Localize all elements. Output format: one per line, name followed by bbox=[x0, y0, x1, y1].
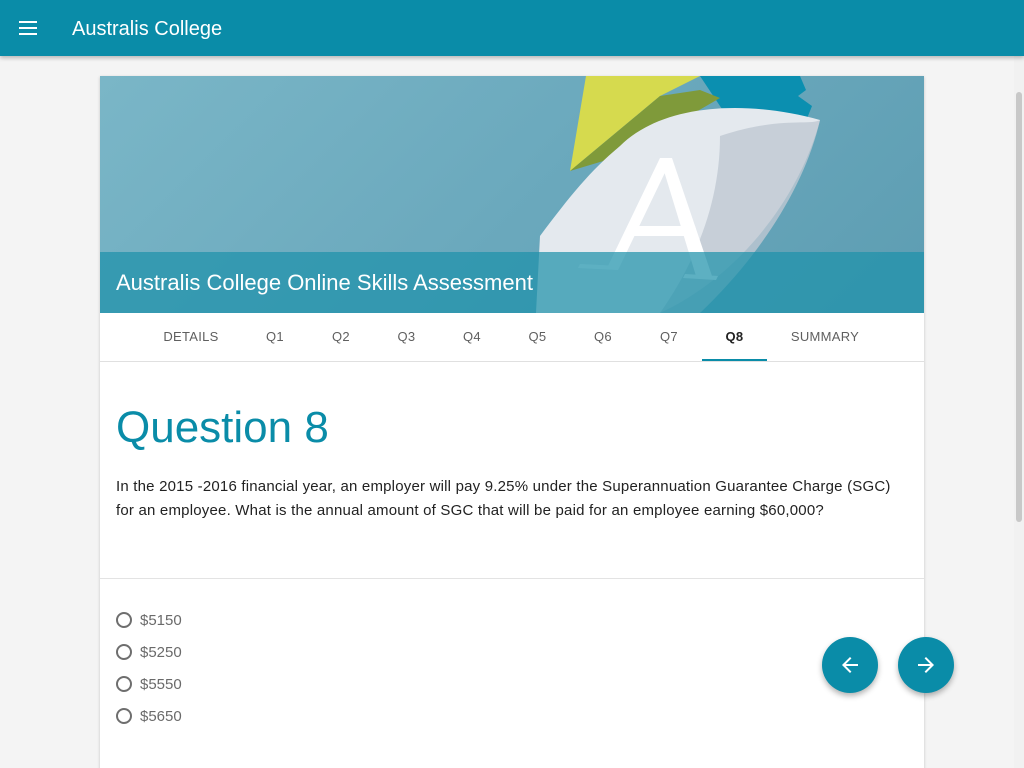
tab-summary[interactable]: SUMMARY bbox=[775, 313, 875, 361]
assessment-card: Australis College Online Skills Assessme… bbox=[100, 76, 924, 768]
tab-q1[interactable]: Q1 bbox=[242, 313, 308, 361]
option-label: $5250 bbox=[140, 643, 182, 661]
tab-q7[interactable]: Q7 bbox=[636, 313, 702, 361]
scrollbar-thumb[interactable] bbox=[1016, 92, 1022, 522]
answer-option[interactable]: $5250 bbox=[116, 636, 182, 668]
tab-q6[interactable]: Q6 bbox=[570, 313, 636, 361]
tab-q2[interactable]: Q2 bbox=[308, 313, 374, 361]
menu-icon[interactable] bbox=[16, 16, 40, 40]
app-bar: Australis College bbox=[0, 0, 1024, 56]
question-tabs: DETAILS Q1 Q2 Q3 Q4 Q5 Q6 Q7 Q8 SUMMARY bbox=[100, 313, 924, 362]
option-label: $5650 bbox=[140, 707, 182, 725]
next-button[interactable] bbox=[898, 637, 954, 693]
arrow-right-icon bbox=[918, 657, 934, 673]
answer-option[interactable]: $5150 bbox=[116, 604, 182, 636]
radio-button[interactable] bbox=[116, 612, 132, 628]
tab-q4[interactable]: Q4 bbox=[439, 313, 505, 361]
tab-q5[interactable]: Q5 bbox=[505, 313, 570, 361]
page-title: Australis College Online Skills Assessme… bbox=[116, 270, 533, 295]
arrow-left-icon bbox=[842, 657, 858, 673]
scrollbar[interactable] bbox=[1014, 56, 1024, 768]
question-heading: Question 8 bbox=[116, 403, 329, 452]
radio-button[interactable] bbox=[116, 676, 132, 692]
option-label: $5150 bbox=[140, 611, 182, 629]
divider bbox=[100, 578, 924, 579]
app-title: Australis College bbox=[72, 18, 223, 40]
question-text: In the 2015 -2016 financial year, an emp… bbox=[116, 478, 891, 519]
answer-option[interactable]: $5550 bbox=[116, 668, 182, 700]
radio-button[interactable] bbox=[116, 644, 132, 660]
answer-options: $5150 $5250 $5550 $5650 bbox=[116, 604, 182, 732]
previous-button[interactable] bbox=[822, 637, 878, 693]
answer-option[interactable]: $5650 bbox=[116, 700, 182, 732]
option-label: $5550 bbox=[140, 675, 182, 693]
hero-banner: Australis College Online Skills Assessme… bbox=[100, 76, 924, 313]
tab-q8[interactable]: Q8 bbox=[702, 313, 767, 361]
tab-q3[interactable]: Q3 bbox=[374, 313, 439, 361]
radio-button[interactable] bbox=[116, 708, 132, 724]
tab-details[interactable]: DETAILS bbox=[148, 313, 234, 361]
